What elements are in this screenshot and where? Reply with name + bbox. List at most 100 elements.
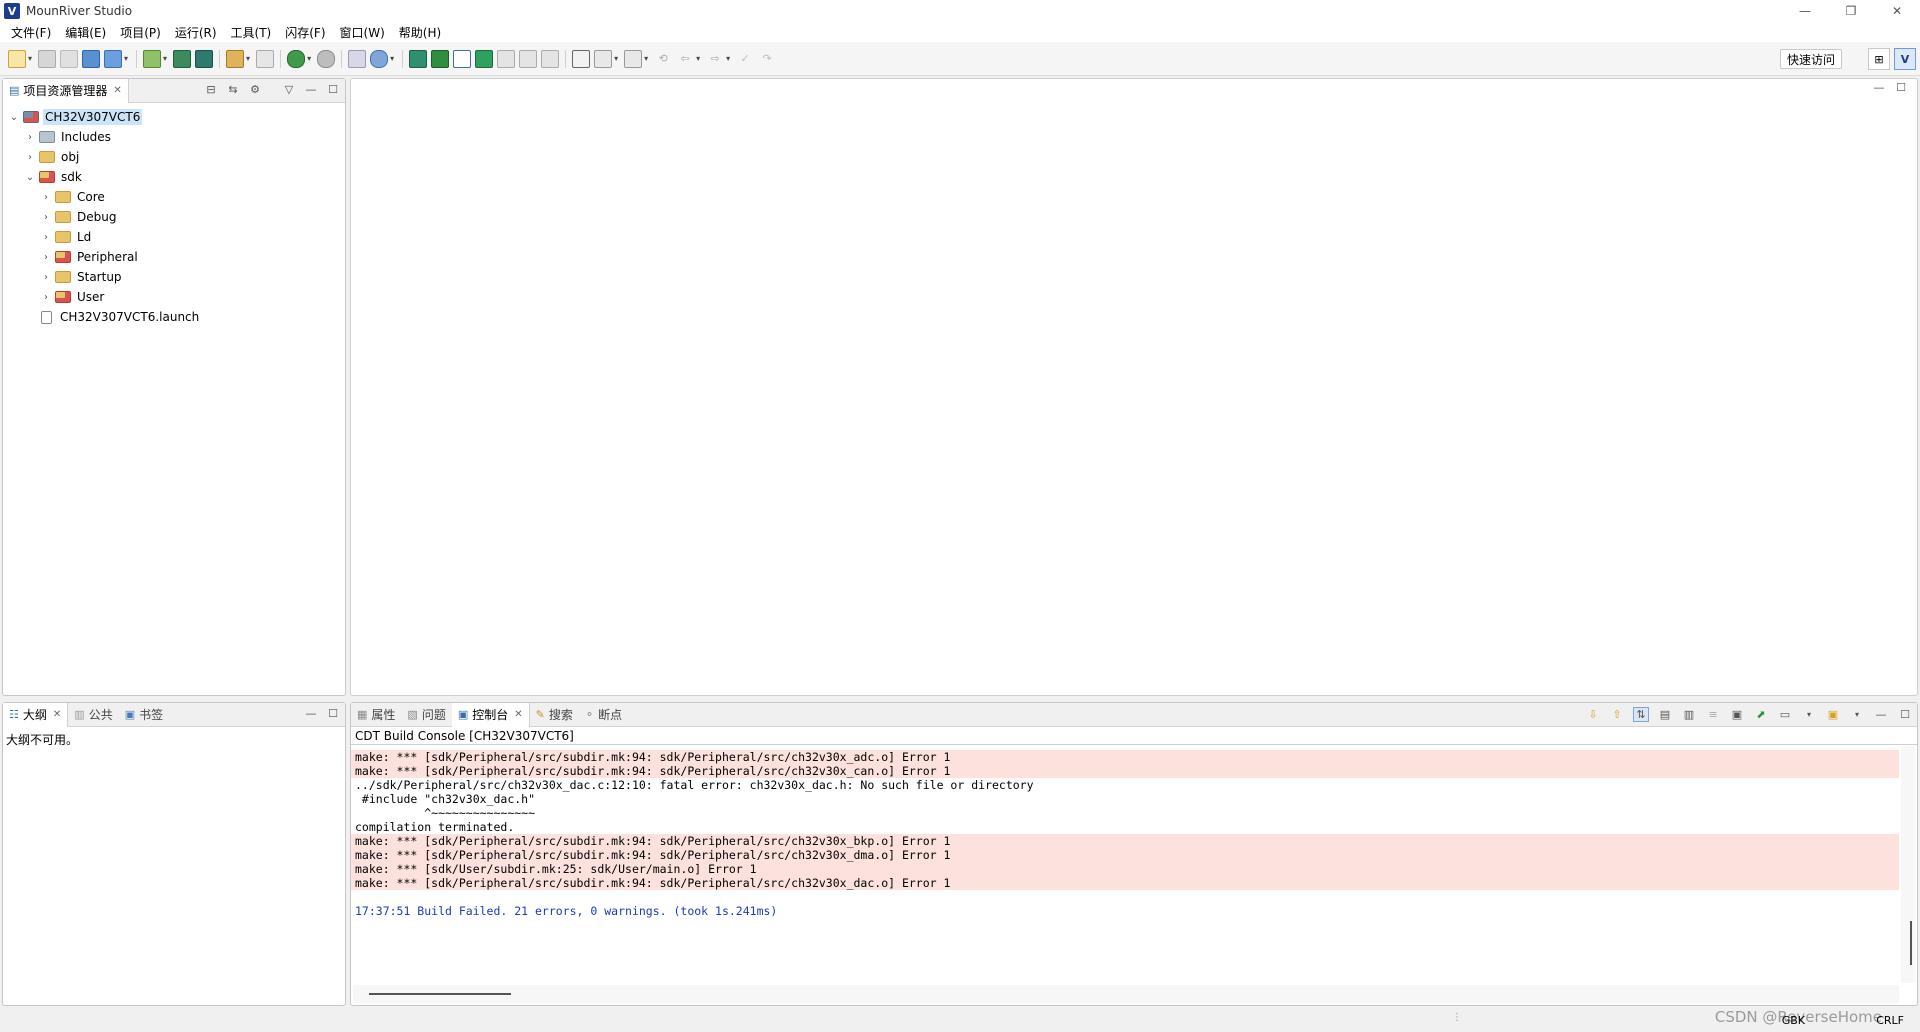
tree-item[interactable]: › Debug (3, 207, 345, 227)
download-icon[interactable] (143, 49, 162, 68)
maximize-view-icon[interactable]: ☐ (325, 83, 341, 96)
chevron-down-icon[interactable]: ⌄ (7, 112, 21, 123)
clear-console-icon[interactable]: ▤ (1657, 708, 1673, 721)
horizontal-scroll-thumb[interactable] (369, 993, 511, 995)
tree-item[interactable]: CH32V307VCT6.launch (3, 307, 345, 327)
editor-area[interactable]: — ☐ (350, 78, 1918, 696)
build-all-icon[interactable] (195, 49, 214, 68)
maximize-view-icon[interactable]: ☐ (1897, 708, 1913, 721)
collapse-all-icon[interactable]: ⊟ (203, 83, 219, 96)
back-icon[interactable]: ⇦ (676, 50, 694, 68)
mounriver-perspective-icon[interactable]: V (1894, 48, 1916, 70)
minimize-button[interactable]: — (1782, 0, 1828, 22)
menu-run[interactable]: 运行(R) (168, 24, 224, 41)
tab-search[interactable]: ✎ 搜索 (530, 703, 579, 727)
flash-dropdown-icon[interactable]: ▾ (246, 54, 250, 63)
tab-properties[interactable]: ▦ 属性 (351, 703, 401, 727)
tab-problems[interactable]: ▧ 问题 (401, 703, 451, 727)
comment-icon[interactable] (572, 49, 591, 68)
menu-file[interactable]: 文件(F) (4, 24, 58, 41)
exit-icon[interactable] (475, 49, 494, 68)
display-dropdown-icon[interactable]: ▾ (1801, 710, 1817, 719)
tree-item[interactable]: ⌄ CH32V307VCT6 (3, 107, 345, 127)
save-all-icon[interactable] (60, 49, 79, 68)
minimize-view-icon[interactable]: — (1873, 708, 1889, 721)
terminal-icon[interactable] (409, 49, 428, 68)
tree-item[interactable]: › Peripheral (3, 247, 345, 267)
tab-bookmarks[interactable]: ▣ 书签 (119, 703, 169, 727)
annotation-icon[interactable] (594, 49, 613, 68)
format-icon[interactable] (541, 49, 560, 68)
tree-item[interactable]: › Ld (3, 227, 345, 247)
tab-project-explorer[interactable]: ▤ 项目资源管理器 ✕ (3, 78, 129, 103)
tree-item[interactable]: › Core (3, 187, 345, 207)
tab-breakpoints[interactable]: ⚬ 断点 (579, 703, 628, 727)
gear-icon[interactable] (317, 49, 336, 68)
vertical-scroll-thumb[interactable] (1910, 921, 1912, 965)
minimize-editor-icon[interactable]: — (1871, 81, 1887, 94)
tree-item[interactable]: › User (3, 287, 345, 307)
scroll-lock-icon[interactable]: ⇅ (1633, 707, 1649, 722)
remove-launch-icon[interactable]: ▣ (1729, 708, 1745, 721)
open-console-icon[interactable]: ⬈ (1753, 708, 1769, 721)
download-dropdown-icon[interactable]: ▾ (163, 54, 167, 63)
search-dropdown-icon[interactable]: ▾ (390, 54, 394, 63)
chevron-down-icon[interactable]: ⌄ (23, 172, 37, 183)
close-tab-icon[interactable]: ✕ (113, 85, 121, 96)
chevron-right-icon[interactable]: › (39, 212, 53, 223)
menu-edit[interactable]: 编辑(E) (58, 24, 113, 41)
close-tab-icon[interactable]: ✕ (514, 709, 522, 720)
marker-icon[interactable] (624, 49, 643, 68)
search-icon[interactable] (370, 49, 389, 68)
tab-public[interactable]: ▥ 公共 (68, 703, 118, 727)
new-console-icon[interactable]: ▣ (1825, 708, 1841, 721)
menu-help[interactable]: 帮助(H) (392, 24, 448, 41)
console-icon[interactable] (453, 49, 472, 68)
back-dropdown-icon[interactable]: ▾ (696, 54, 700, 63)
maximize-view-icon[interactable]: ☐ (325, 707, 341, 720)
chevron-right-icon[interactable]: › (39, 292, 53, 303)
minimize-view-icon[interactable]: — (303, 707, 319, 720)
pin-console-icon[interactable]: ▥ (1681, 708, 1697, 721)
annotation-dropdown-icon[interactable]: ▾ (614, 54, 618, 63)
menu-tools[interactable]: 工具(T) (224, 24, 279, 41)
target-icon[interactable] (348, 49, 367, 68)
menu-project[interactable]: 项目(P) (113, 24, 168, 41)
scroll-down-icon[interactable]: ⇩ (1585, 708, 1601, 721)
pin-icon[interactable]: ✓ (736, 50, 754, 68)
close-window-button[interactable]: ✕ (1874, 0, 1920, 22)
erase-icon[interactable] (256, 49, 275, 68)
tab-console[interactable]: ▣ 控制台 ✕ (451, 702, 530, 727)
link-editor-icon[interactable]: ⇆ (225, 83, 241, 96)
chevron-right-icon[interactable]: › (23, 152, 37, 163)
restore-button[interactable]: ❐ (1828, 0, 1874, 22)
flash-icon[interactable] (226, 49, 245, 68)
chevron-right-icon[interactable]: › (39, 252, 53, 263)
tree-item[interactable]: › Includes (3, 127, 345, 147)
status-encoding[interactable]: GBK (1782, 1014, 1805, 1027)
marker-dropdown-icon[interactable]: ▾ (644, 54, 648, 63)
forward-dropdown-icon[interactable]: ▾ (726, 54, 730, 63)
upload-icon[interactable] (431, 49, 450, 68)
chevron-right-icon[interactable]: › (39, 232, 53, 243)
chevron-right-icon[interactable]: › (23, 132, 37, 143)
menu-window[interactable]: 窗口(W) (333, 24, 392, 41)
grid-icon[interactable] (104, 49, 123, 68)
tab-outline[interactable]: ☷ 大纲 ✕ (3, 702, 69, 727)
pin-edit-icon[interactable]: ↷ (758, 50, 776, 68)
new-dropdown-icon[interactable]: ▾ (28, 54, 32, 63)
view-menu-icon[interactable]: ▽ (281, 83, 297, 96)
align-right-icon[interactable] (519, 49, 538, 68)
build-icon[interactable] (173, 49, 192, 68)
debug-bug-icon[interactable] (287, 49, 306, 68)
scroll-up-icon[interactable]: ⇧ (1609, 708, 1625, 721)
debug-dropdown-icon[interactable]: ▾ (307, 54, 311, 63)
tree-item[interactable]: ⌄ sdk (3, 167, 345, 187)
save-icon[interactable] (38, 49, 57, 68)
calendar-icon[interactable] (82, 49, 101, 68)
align-left-icon[interactable] (497, 49, 516, 68)
forward-icon[interactable]: ⇨ (706, 50, 724, 68)
open-perspective-icon[interactable]: ⊞ (1868, 48, 1890, 70)
filter-icon[interactable]: ⚙ (247, 83, 263, 96)
console-horizontal-scrollbar[interactable] (353, 985, 1899, 1003)
